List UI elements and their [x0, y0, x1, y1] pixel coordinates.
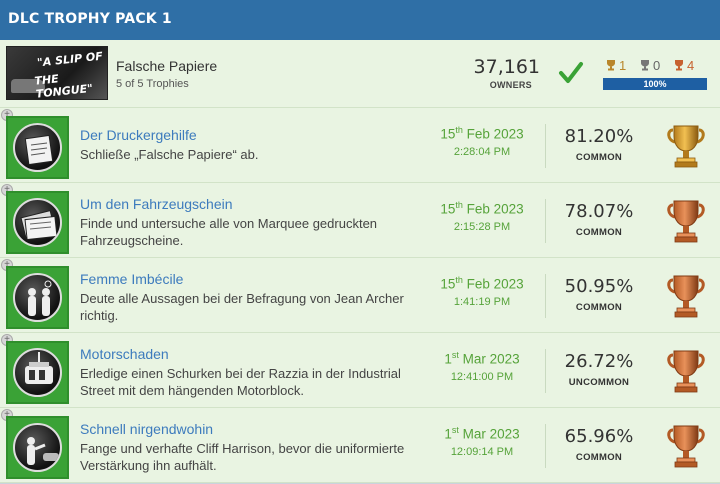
checkmark-icon	[559, 62, 583, 83]
gold-trophy-icon	[607, 60, 615, 71]
trophy-name-link[interactable]: Schnell nirgendwohin	[80, 421, 213, 437]
earned-month-year: Feb 2023	[466, 201, 524, 217]
trophy-description: Erledige einen Schurken bei der Razzia i…	[80, 366, 401, 398]
trophy-description: Deute alle Aussagen bei der Befragung vo…	[80, 291, 404, 323]
bronze-trophy-icon	[667, 350, 705, 393]
silver-trophy-icon	[641, 60, 649, 71]
rarity-label: COMMON	[575, 152, 623, 163]
engine-icon	[25, 352, 53, 384]
rarity-label: COMMON	[575, 302, 623, 313]
pack-thumbnail[interactable]: "A SLIP OF THE TONGUE"	[6, 46, 108, 100]
column-divider	[545, 424, 546, 468]
earned-percentage: 65.96%	[564, 426, 634, 447]
owners-label: OWNERS	[489, 80, 532, 90]
bronze-count: 4	[674, 58, 694, 73]
arrest-icon	[27, 437, 59, 465]
bronze-count-value: 4	[687, 58, 695, 73]
column-divider	[545, 274, 546, 318]
earned-day-suffix: th	[455, 275, 463, 285]
trophy-row: + Femme Imbécile Deute alle Aussagen bei d…	[0, 258, 720, 333]
earned-month-year: Feb 2023	[466, 126, 524, 142]
trophy-name-link[interactable]: Femme Imbécile	[80, 271, 183, 287]
gold-trophy-icon	[667, 125, 705, 168]
rarity-label: UNCOMMON	[568, 377, 630, 388]
silver-count-value: 0	[653, 58, 661, 73]
column-divider	[545, 124, 546, 168]
trophy-row: + Um den Fahrzeugschein Finde und untersuc…	[0, 183, 720, 258]
earned-month-year: Mar 2023	[462, 351, 520, 367]
earned-day-suffix: th	[455, 200, 463, 210]
pack-header-title: DLC TROPHY PACK 1	[8, 11, 172, 27]
trophy-icon-frame[interactable]	[6, 416, 69, 479]
rarity-label: COMMON	[575, 452, 623, 463]
interrogation-icon	[28, 280, 52, 316]
owners-count: 37,161	[473, 56, 540, 78]
earned-day-suffix: th	[455, 125, 463, 135]
earned-time: 2:28:04 PM	[453, 146, 511, 158]
earned-day: 1	[444, 351, 452, 367]
trophy-row: + Motorschaden Erledige einen Schurken bei…	[0, 333, 720, 408]
column-divider	[545, 199, 546, 243]
trophy-row: + Der Druckergehilfe Schließe „Falsche Pap…	[0, 108, 720, 183]
trophy-icon-frame[interactable]	[6, 191, 69, 254]
earned-day-suffix: st	[451, 425, 459, 435]
silver-count: 0	[640, 58, 660, 73]
earned-time: 2:15:28 PM	[453, 221, 511, 233]
earned-day-suffix: st	[451, 350, 459, 360]
bronze-trophy-icon	[667, 275, 705, 318]
earned-day: 15	[440, 201, 456, 217]
trophy-description: Finde und untersuche alle von Marquee ge…	[80, 216, 378, 248]
bronze-trophy-icon	[667, 200, 705, 243]
earned-time: 1:41:19 PM	[453, 296, 511, 308]
earned-percentage: 78.07%	[564, 201, 634, 222]
pack-header: DLC TROPHY PACK 1	[0, 0, 720, 40]
earned-date: 15th Feb 2023	[430, 200, 534, 217]
papers-icon	[24, 134, 54, 166]
earned-percentage: 26.72%	[564, 351, 634, 372]
pack-summary-row: "A SLIP OF THE TONGUE"	[0, 40, 720, 108]
bronze-trophy-icon	[675, 60, 683, 71]
earned-day: 15	[440, 276, 456, 292]
trophy-icon-frame[interactable]	[6, 266, 69, 329]
rarity-label: COMMON	[575, 227, 623, 238]
earned-percentage: 81.20%	[564, 126, 634, 147]
earned-date: 1st Mar 2023	[430, 425, 534, 442]
trophy-icon-frame[interactable]	[6, 341, 69, 404]
pack-thumbnail-title-line1: "A SLIP OF	[36, 49, 104, 70]
pack-name[interactable]: Falsche Papiere	[116, 58, 217, 74]
trophy-icon-frame[interactable]	[6, 116, 69, 179]
trophy-grade-counts: 1 0 4	[606, 58, 706, 74]
completion-progress-bar: 100%	[603, 78, 707, 90]
documents-icon	[20, 210, 58, 241]
earned-month-year: Feb 2023	[466, 276, 524, 292]
earned-day: 1	[444, 426, 452, 442]
trophy-description: Schließe „Falsche Papiere“ ab.	[80, 147, 259, 162]
pack-thumbnail-title-line2: THE TONGUE"	[33, 72, 94, 100]
earned-date: 1st Mar 2023	[430, 350, 534, 367]
column-divider	[545, 349, 546, 393]
trophy-name-link[interactable]: Motorschaden	[80, 346, 169, 362]
earned-time: 12:41:00 PM	[450, 371, 514, 383]
bronze-trophy-icon	[667, 425, 705, 468]
earned-month-year: Mar 2023	[462, 426, 520, 442]
earned-day: 15	[440, 126, 456, 142]
earned-date: 15th Feb 2023	[430, 275, 534, 292]
trophy-name-link[interactable]: Der Druckergehilfe	[80, 127, 197, 143]
earned-date: 15th Feb 2023	[430, 125, 534, 142]
earned-percentage: 50.95%	[564, 276, 634, 297]
pack-trophy-count: 5 of 5 Trophies	[116, 78, 189, 90]
earned-time: 12:09:14 PM	[450, 446, 514, 458]
gold-count-value: 1	[619, 58, 627, 73]
trophy-name-link[interactable]: Um den Fahrzeugschein	[80, 196, 233, 212]
gold-count: 1	[606, 58, 626, 73]
trophy-row: + Schnell nirgendwohin Fange und verhafte …	[0, 408, 720, 483]
trophy-description: Fange und verhafte Cliff Harrison, bevor…	[80, 441, 405, 473]
